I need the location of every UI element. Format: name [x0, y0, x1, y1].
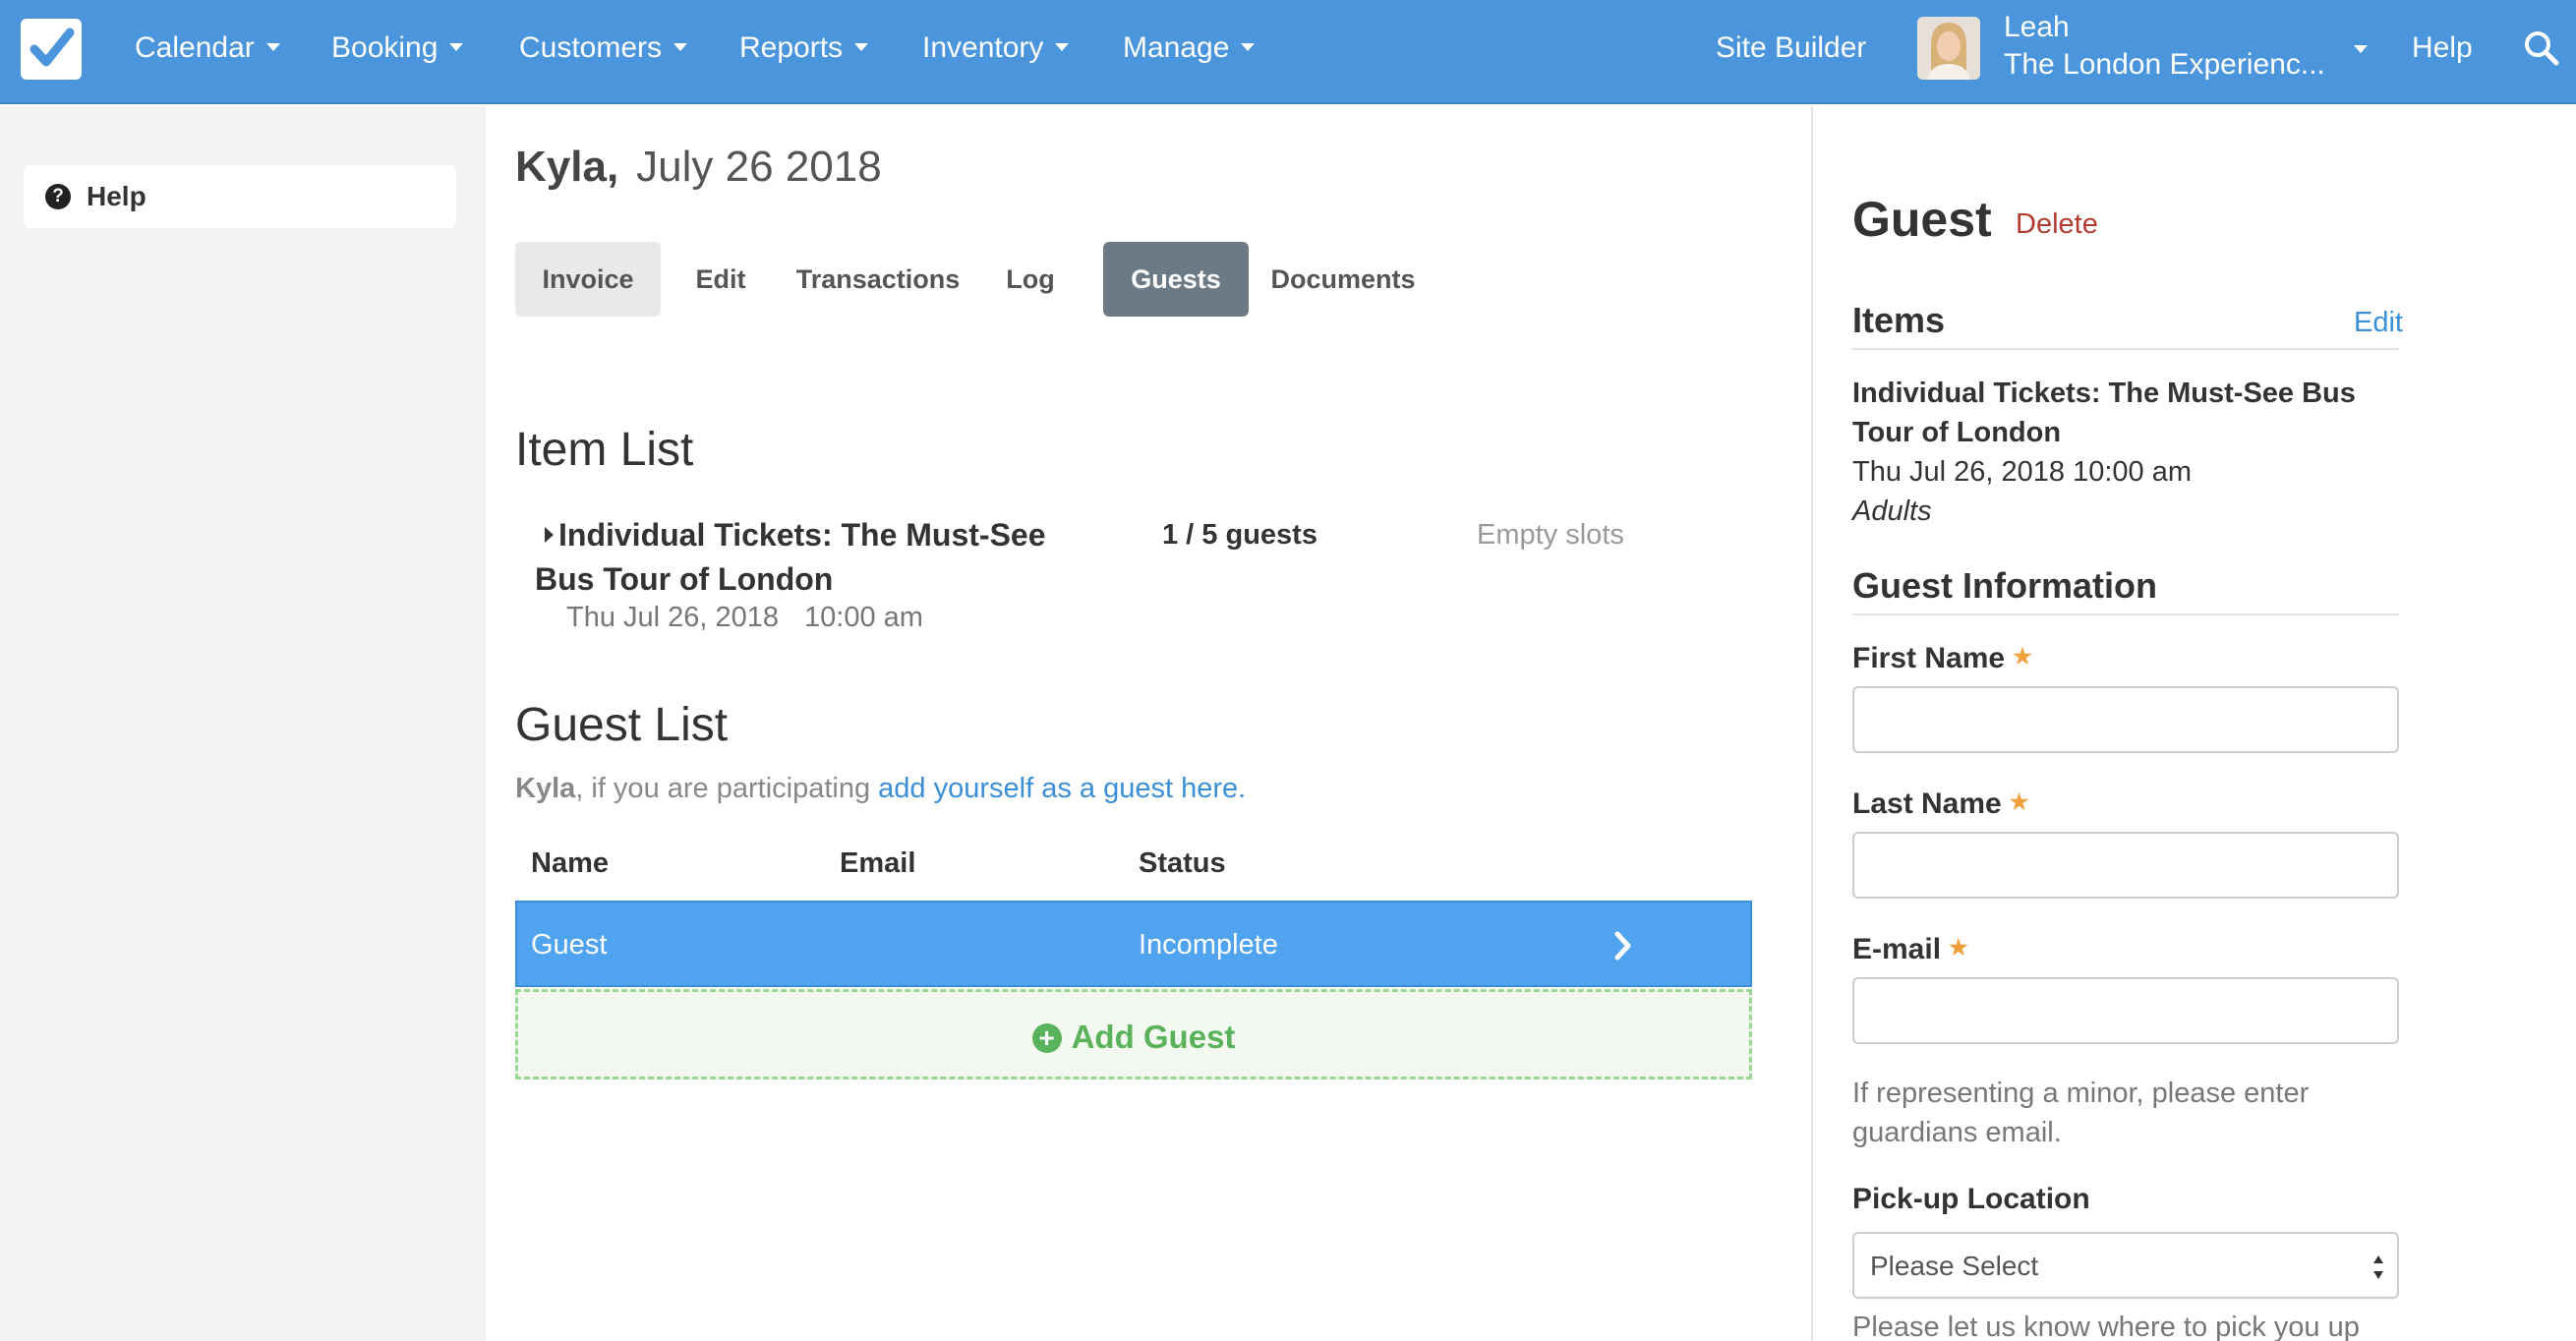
pickup-help-text: Please let us know where to pick you up: [1852, 1312, 2360, 1341]
delete-link[interactable]: Delete: [2016, 206, 2098, 242]
user-company[interactable]: The London Experienc...: [2004, 47, 2328, 83]
chevron-right-icon: [1609, 928, 1638, 963]
caret-down-icon: [1055, 43, 1070, 52]
top-navigation-bar: Calendar Booking Customers Reports Inven…: [0, 0, 2576, 104]
first-name-label-text: First Name: [1852, 642, 2006, 674]
email-label-text: E-mail: [1852, 933, 1942, 965]
first-name-label: First Name ★: [1852, 639, 2032, 676]
nav-calendar-label: Calendar: [135, 31, 255, 64]
item-guest-count: 1 / 5 guests: [1162, 519, 1317, 551]
participate-text: Kyla, if you are participating add yours…: [515, 771, 1246, 806]
add-guest-label: Add Guest: [1071, 1019, 1236, 1055]
table-row[interactable]: Guest Incomplete: [515, 901, 1752, 987]
item-empty-slots: Empty slots: [1477, 519, 1624, 551]
column-header-email[interactable]: Email: [840, 845, 915, 881]
booking-customer-name: Kyla,: [515, 143, 619, 191]
booking-date: July 26 2018: [636, 143, 882, 191]
tab-edit[interactable]: Edit: [678, 242, 763, 317]
nav-customers[interactable]: Customers: [519, 29, 688, 68]
site-builder-link[interactable]: Site Builder: [1716, 29, 1866, 68]
item-date: Thu Jul 26, 2018: [566, 602, 780, 633]
nav-reports[interactable]: Reports: [739, 29, 869, 68]
nav-calendar[interactable]: Calendar: [135, 29, 280, 68]
tab-transactions[interactable]: Transactions: [779, 242, 977, 317]
panel-item-name: Individual Tickets: The Must-See Bus Tou…: [1852, 378, 2356, 448]
item-datetime: Thu Jul 26, 2018 10:00 am: [566, 600, 923, 635]
pickup-location-label: Pick-up Location: [1852, 1183, 2090, 1215]
column-header-status[interactable]: Status: [1139, 845, 1226, 881]
tab-invoice[interactable]: Invoice: [515, 242, 661, 317]
tab-guests[interactable]: Guests: [1103, 242, 1249, 317]
nav-booking-label: Booking: [331, 31, 439, 64]
divider: [1852, 613, 2399, 615]
last-name-label: Last Name ★: [1852, 785, 2028, 822]
question-circle-icon: ?: [45, 184, 71, 209]
user-menu-caret-icon[interactable]: [2354, 45, 2368, 53]
add-yourself-link[interactable]: add yourself as a guest here.: [878, 773, 1246, 804]
user-name[interactable]: Leah: [2004, 10, 2070, 45]
items-heading: Items: [1852, 300, 1946, 340]
item-time: 10:00 am: [804, 602, 923, 633]
first-name-field[interactable]: [1852, 686, 2399, 753]
participate-name: Kyla: [515, 773, 576, 804]
left-sidebar: ? Help: [0, 106, 486, 1341]
panel-title: Guest: [1852, 192, 1992, 247]
email-field[interactable]: [1852, 977, 2399, 1044]
nav-booking[interactable]: Booking: [331, 29, 464, 68]
email-help-text: If representing a minor, please enter gu…: [1852, 1078, 2310, 1148]
select-arrows-icon: [2371, 1252, 2385, 1283]
plus-circle-icon: +: [1031, 1023, 1062, 1053]
caret-down-icon: [265, 43, 280, 52]
caret-down-icon: [854, 43, 869, 52]
nav-manage[interactable]: Manage: [1123, 29, 1256, 68]
nav-customers-label: Customers: [519, 31, 663, 64]
panel-item-type: Adults: [1852, 496, 1932, 527]
guest-info-heading: Guest Information: [1852, 565, 2158, 606]
nav-manage-label: Manage: [1123, 31, 1230, 64]
last-name-field[interactable]: [1852, 832, 2399, 899]
divider: [1852, 348, 2399, 350]
item-list-title: Item List: [515, 424, 694, 476]
caret-down-icon: [673, 43, 688, 52]
required-star-icon: ★: [2013, 644, 2032, 669]
nav-inventory[interactable]: Inventory: [922, 29, 1070, 68]
pickup-location-value: Please Select: [1870, 1251, 2039, 1281]
help-button[interactable]: ? Help: [24, 165, 456, 228]
help-button-label: Help: [87, 181, 146, 211]
caret-down-icon: [1241, 43, 1256, 52]
main-content: Kyla, July 26 2018 Invoice Edit Transacti…: [486, 106, 1811, 1341]
pickup-location-select[interactable]: Please Select: [1852, 1232, 2399, 1299]
required-star-icon: ★: [2009, 789, 2029, 814]
guest-detail-panel: Guest Delete Items Edit Individual Ticke…: [1811, 106, 2576, 1341]
column-header-name[interactable]: Name: [531, 845, 609, 881]
edit-items-link[interactable]: Edit: [2354, 305, 2403, 340]
nav-reports-label: Reports: [739, 31, 844, 64]
search-icon[interactable]: [2523, 29, 2560, 67]
checkbox-logo-icon[interactable]: [21, 19, 82, 80]
last-name-label-text: Last Name: [1852, 787, 2002, 820]
guest-row-status: Incomplete: [1139, 929, 1278, 961]
nav-inventory-label: Inventory: [922, 31, 1044, 64]
guest-row-name: Guest: [531, 929, 608, 961]
add-guest-button[interactable]: + Add Guest: [515, 989, 1752, 1079]
required-star-icon: ★: [1949, 935, 1968, 960]
item-name[interactable]: Individual Tickets: The Must-See Bus Tou…: [535, 513, 1105, 602]
booking-title: Kyla, July 26 2018: [515, 142, 882, 193]
nav-help[interactable]: Help: [2412, 29, 2473, 68]
caret-down-icon: [449, 43, 464, 52]
panel-item-datetime: Thu Jul 26, 2018 10:00 am: [1852, 456, 2193, 488]
participate-sentence: , if you are participating: [575, 773, 879, 804]
tab-documents[interactable]: Documents: [1264, 242, 1422, 317]
guest-list-title: Guest List: [515, 699, 729, 751]
add-guest-content: + Add Guest: [518, 1018, 1749, 1057]
email-label: E-mail ★: [1852, 930, 1968, 967]
tab-log[interactable]: Log: [991, 242, 1070, 317]
avatar[interactable]: [1917, 17, 1980, 80]
